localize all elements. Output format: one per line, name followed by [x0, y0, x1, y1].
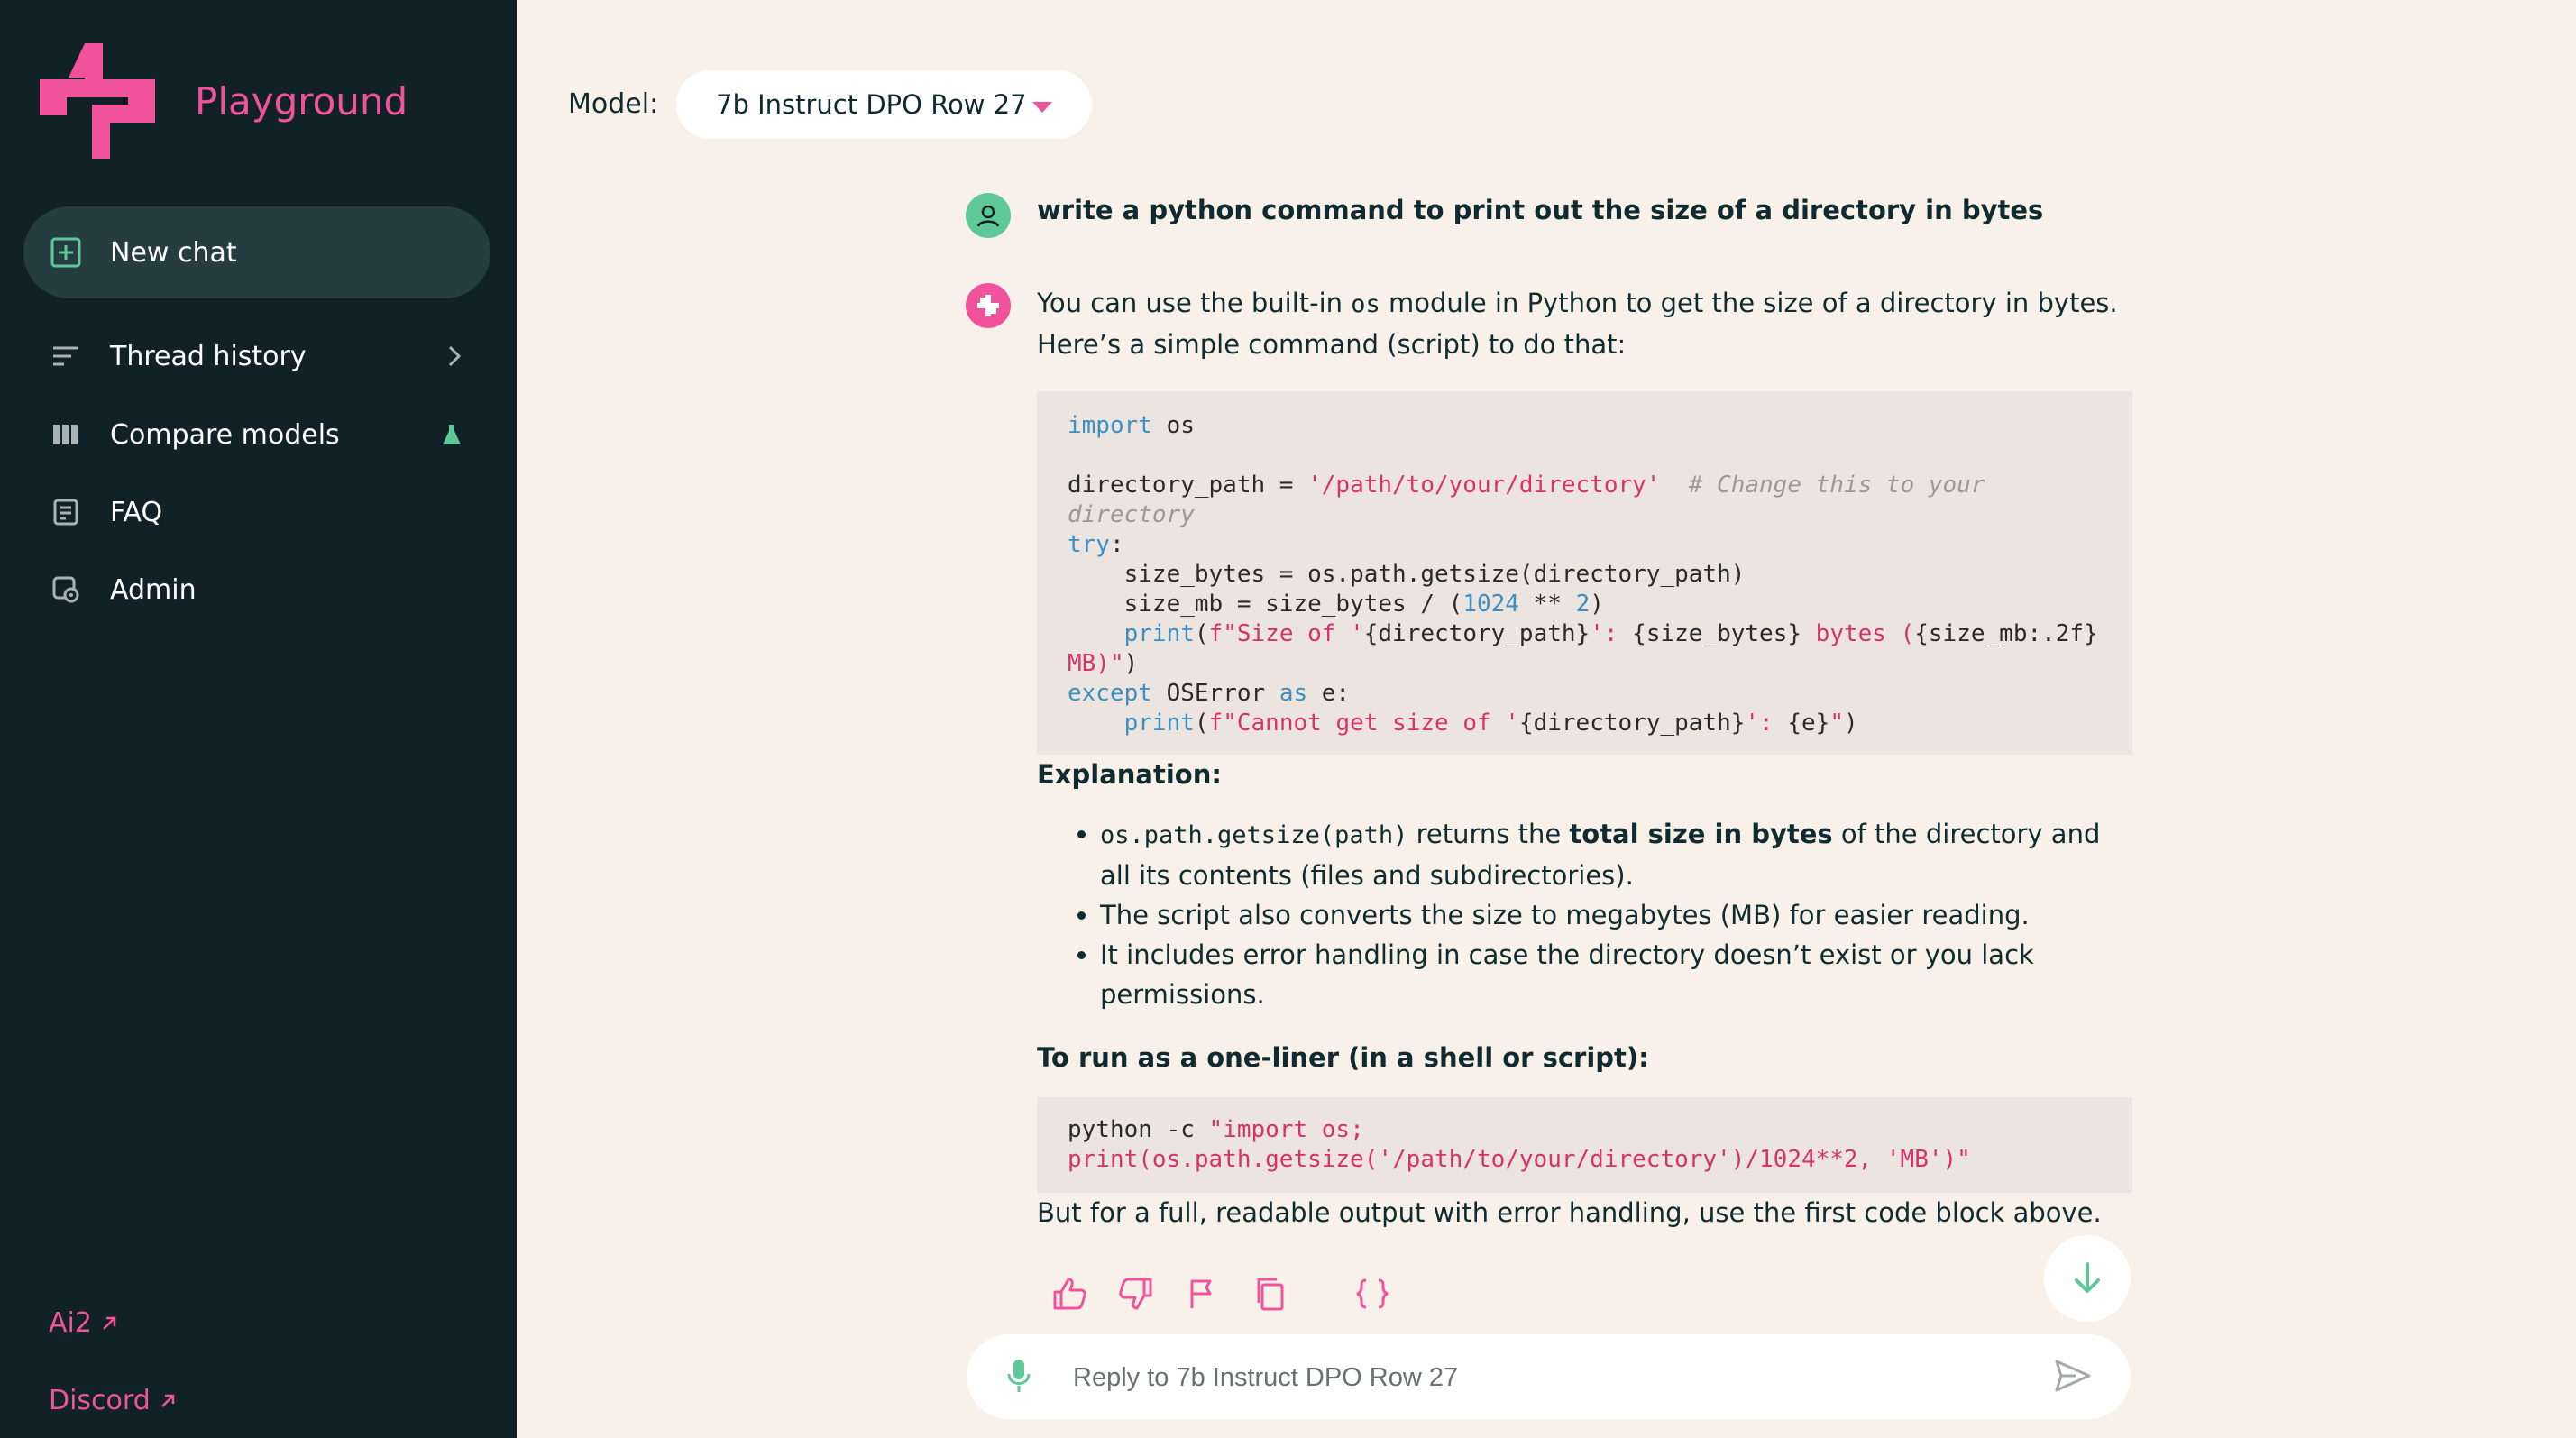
code-line: size_bytes = os.path.getsize(directory_p…: [1068, 561, 1746, 588]
user-message: write a python command to print out the …: [1037, 195, 2044, 225]
sidebar-item-label: Thread history: [110, 340, 307, 372]
code-line: try:: [1068, 531, 1124, 558]
code-cmd: python -c: [1068, 1116, 1209, 1143]
plus-square-icon: [50, 237, 81, 268]
lines-icon: [50, 341, 81, 371]
list-item: It includes error handling in case the d…: [1100, 935, 2132, 1014]
code-block[interactable]: python -c "import os; print(os.path.gets…: [1037, 1097, 2132, 1193]
inline-code: os.path.getsize(path): [1100, 821, 1408, 849]
list-item: os.path.getsize(path) returns the total …: [1100, 814, 2132, 895]
model-label: Model:: [568, 88, 659, 120]
flask-icon: [442, 424, 462, 445]
document-icon: [50, 497, 81, 527]
sidebar-item-thread-history[interactable]: Thread history: [23, 325, 490, 388]
bullet-text: returns the: [1407, 819, 1570, 849]
user-icon: [976, 205, 1000, 227]
code-line: print(f"Size of '{directory_path}': {siz…: [1068, 620, 2113, 677]
code-line: size_mb = size_bytes / (1024 ** 2): [1068, 591, 1604, 618]
reply-composer: [967, 1334, 2131, 1419]
new-chat-button[interactable]: New chat: [23, 206, 490, 298]
user-avatar: [966, 193, 1011, 238]
admin-gear-icon: [50, 574, 81, 605]
explanation-list: os.path.getsize(path) returns the total …: [1037, 814, 2132, 1014]
copy-icon[interactable]: [1250, 1274, 1289, 1314]
inline-code: os: [1351, 290, 1380, 318]
code-line: print(f"Cannot get size of '{directory_p…: [1123, 710, 1858, 737]
braces-icon[interactable]: [1352, 1274, 1392, 1314]
discord-link[interactable]: Discord: [49, 1385, 176, 1416]
code-line: except OSError as e:: [1068, 680, 1351, 707]
thumbs-down-icon[interactable]: [1116, 1274, 1156, 1314]
flag-icon[interactable]: [1183, 1274, 1223, 1314]
arrow-down-icon: [2075, 1262, 2100, 1293]
scroll-down-button[interactable]: [2044, 1235, 2131, 1322]
bullet-bold: total size in bytes: [1569, 819, 1833, 849]
sidebar-item-label: Compare models: [110, 418, 340, 451]
external-arrow-icon: [160, 1394, 175, 1407]
explanation-heading: Explanation:: [1037, 759, 1222, 790]
microphone-icon[interactable]: [1006, 1358, 1031, 1397]
model-select[interactable]: 7b Instruct DPO Row 27: [676, 70, 1092, 139]
playground-logo-icon: [977, 295, 999, 316]
oneliner-heading: To run as a one-liner (in a shell or scr…: [1037, 1042, 1649, 1073]
sidebar-item-faq[interactable]: FAQ: [23, 481, 490, 544]
app-title: Playground: [195, 78, 408, 124]
list-item: The script also converts the size to meg…: [1100, 895, 2132, 935]
thumbs-up-icon[interactable]: [1050, 1274, 1089, 1314]
model-select-value: 7b Instruct DPO Row 27: [716, 89, 1027, 120]
message-actions: [1050, 1274, 1419, 1314]
code-line: import os: [1068, 412, 1195, 439]
sidebar: Playground New chat Thread history Compa…: [0, 0, 517, 1438]
chevron-right-icon: [447, 344, 462, 368]
external-arrow-icon: [103, 1316, 116, 1330]
brand[interactable]: Playground: [40, 43, 408, 159]
discord-link-label: Discord: [49, 1385, 151, 1416]
new-chat-label: New chat: [110, 236, 237, 269]
caret-down-icon: [1032, 99, 1052, 116]
columns-icon: [50, 419, 81, 450]
send-icon[interactable]: [2055, 1360, 2091, 1396]
assistant-message: You can use the built-in os module in Py…: [1037, 283, 2132, 1232]
ai2-link[interactable]: Ai2: [49, 1307, 117, 1339]
reply-input[interactable]: [1071, 1352, 2049, 1403]
code-line: directory_path = '/path/to/your/director…: [1068, 472, 2000, 528]
closing-text: But for a full, readable output with err…: [1037, 1197, 2102, 1228]
playground-logo-icon: [40, 43, 155, 159]
code-block[interactable]: import os directory_path = '/path/to/you…: [1037, 391, 2132, 755]
assistant-intro: You can use the built-in os module in Py…: [1037, 283, 2132, 364]
sidebar-item-compare-models[interactable]: Compare models: [23, 403, 490, 466]
intro-text: You can use the built-in: [1037, 288, 1352, 318]
ai2-link-label: Ai2: [49, 1307, 92, 1339]
sidebar-item-label: FAQ: [110, 496, 163, 528]
assistant-avatar: [966, 283, 1011, 328]
sidebar-item-admin[interactable]: Admin: [23, 558, 490, 621]
sidebar-item-label: Admin: [110, 573, 197, 606]
